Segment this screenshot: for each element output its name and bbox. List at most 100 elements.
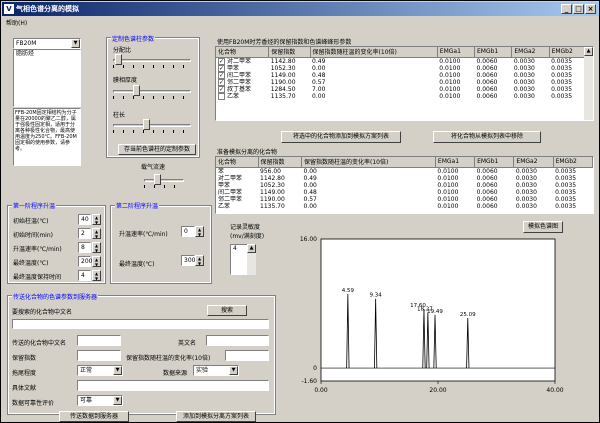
minimize-icon[interactable]: _ [561, 4, 572, 14]
chromatogram-plot: 16.000-1.600.00 20.00 40.004.599.3417.6018… [300, 236, 564, 394]
cell-text: 7.00 [312, 85, 326, 93]
table-cell: 1135.70 [269, 93, 310, 100]
table-row[interactable]: ✓ 间二甲苯 1149.00 0.48 0.0100 0.0060 0.0030 0.0035 [216, 71, 587, 79]
table-cell: 0.57 [310, 79, 437, 86]
table-row[interactable]: 邻二甲苯 1190.00 0.57 0.0100 0.0060 0.0030 0.0035 [216, 196, 593, 203]
table-header[interactable]: EMGb2 [553, 157, 593, 168]
table-row[interactable]: 对二甲苯 1142.80 0.49 0.0100 0.0060 0.0030 0.0035 [216, 175, 593, 182]
program2-final-stepper[interactable]: ▲ ▼ [195, 255, 204, 266]
maximize-icon[interactable]: □ [573, 4, 584, 14]
search-input[interactable] [12, 319, 269, 329]
send-to-server-button[interactable]: 传送数据到服务器 [59, 411, 129, 422]
program1-field-stepper[interactable]: ▲ ▼ [92, 270, 101, 281]
program2-rate-stepper[interactable]: ▲ ▼ [195, 226, 204, 237]
table-header[interactable]: EMGa1 [437, 47, 475, 58]
reference-input[interactable] [77, 380, 269, 391]
close-icon[interactable]: × [585, 4, 596, 14]
table-header[interactable]: EMGb1 [474, 47, 513, 58]
search-button[interactable]: 搜索 [207, 305, 247, 316]
table-row[interactable]: 甲苯 1052.30 0.00 0.0100 0.0060 0.0030 0.0035 [216, 182, 593, 189]
recorder-sensitivity-label: 记录灵敏度 (mv/满刻度) [230, 224, 265, 240]
table-row[interactable]: 苯 956.00 0.00 0.0100 0.0060 0.0030 0.0035 [216, 167, 593, 175]
column-length-slider[interactable] [113, 119, 191, 133]
row-checkbox[interactable]: ✓ [218, 78, 225, 86]
table-header[interactable]: 化合物 [216, 47, 270, 58]
x-tick-label: 20.00 [429, 387, 446, 394]
row-checkbox[interactable]: ✓ [218, 71, 225, 79]
split-ratio-slider[interactable] [113, 54, 191, 68]
table-cell: 0.0100 [437, 195, 459, 203]
table-row[interactable]: 间二甲苯 1149.00 0.48 0.0100 0.0060 0.0030 0.0035 [216, 189, 593, 196]
table-cell: ✓ 邻二甲苯 [216, 78, 269, 86]
table-header[interactable]: 保留指数 [258, 157, 302, 168]
table-header[interactable]: 保留指数随柱温的变化率(10倍) [301, 157, 436, 168]
table-cell: 0.0060 [474, 79, 511, 86]
save-column-params-button[interactable]: 存当前色谱柱的定制参数 [118, 144, 196, 155]
peak-shape-dropdown[interactable]: 正常 ▼ [77, 365, 123, 376]
chevron-down-icon[interactable]: ▼ [71, 39, 80, 48]
row-checkbox[interactable] [218, 92, 225, 100]
bottom-compound-table[interactable]: 化合物 保留指数 保留指数随柱温的变化率(10倍) EMGa1 EMGb1 EMGa2 EM… [215, 156, 594, 214]
film-thickness-slider[interactable] [113, 85, 191, 99]
remove-from-list-button[interactable]: 将化合物从模拟列表中移除 [433, 131, 541, 143]
menu-help[interactable]: 帮助(H) [6, 20, 27, 27]
table-header[interactable]: EMGa2 [511, 47, 550, 58]
cell-text: 0.0035 [551, 92, 573, 100]
chevron-down-icon[interactable]: ▼ [113, 396, 122, 405]
table-cell: 0.0035 [555, 167, 577, 175]
row-checkbox[interactable]: ✓ [218, 64, 225, 72]
program1-field-input[interactable]: 2 [78, 228, 91, 239]
rating-dropdown[interactable]: 可靠 ▼ [77, 395, 123, 406]
table-row[interactable]: ✓ 叔丁基苯 1284.50 7.00 0.0100 0.0060 0.0030 0.0035 [216, 85, 587, 93]
program2-rate-input[interactable]: 0 [181, 226, 195, 237]
recorder-scrollbar[interactable]: ▲ [247, 244, 256, 275]
program1-field-input[interactable]: 4 [78, 270, 91, 281]
table-cell: 0.0030 [515, 167, 537, 175]
add-to-list-button[interactable]: 将选中的化合物添加到模拟方案列表 [281, 131, 401, 143]
en-name-input[interactable] [206, 335, 269, 346]
program1-field-input[interactable]: 8 [78, 242, 91, 253]
table-row[interactable]: ✓ 甲苯 1052.30 0.00 0.0100 0.0060 0.0030 0.0035 [216, 64, 587, 72]
table-header[interactable]: EMGb1 [474, 157, 515, 168]
program1-field-stepper[interactable]: ▲ ▼ [92, 256, 101, 267]
table-row[interactable]: ✓ 对二甲苯 1142.80 0.49 0.0100 0.0060 0.0030 0.0035 [216, 57, 587, 65]
program1-field-stepper[interactable]: ▲ ▼ [92, 214, 101, 225]
row-checkbox[interactable]: ✓ [218, 85, 225, 93]
top-compound-table[interactable]: 化合物 保留指数 保留指数随柱温的变化率(10倍) EMGa1 EMGb1 EMGa2 EM… [215, 46, 594, 121]
table-header[interactable]: EMGa1 [435, 157, 476, 168]
cell-text: 0.0035 [551, 64, 573, 72]
carrier-flow-slider[interactable] [144, 174, 184, 188]
ri-rate-input[interactable] [225, 350, 269, 361]
table-row[interactable]: 乙苯 1135.70 0.00 0.0100 0.0060 0.0030 0.0035 [216, 203, 593, 210]
program1-field-stepper[interactable]: ▲ ▼ [92, 242, 101, 253]
table-row[interactable]: ✓ 邻二甲苯 1190.00 0.57 0.0100 0.0060 0.0030 0.0035 [216, 78, 587, 86]
program1-field-input[interactable]: 40 [78, 214, 91, 225]
title-bar[interactable]: V 气相色谱分离的模拟 _ □ × [2, 2, 599, 16]
chevron-down-icon[interactable]: ▼ [229, 366, 238, 375]
table-header[interactable]: EMGa2 [513, 157, 554, 168]
program1-field-stepper[interactable]: ▲ ▼ [92, 228, 101, 239]
cn-name-input[interactable] [77, 335, 121, 346]
table-header[interactable]: 保留指数 [268, 47, 311, 58]
row-checkbox[interactable]: ✓ [218, 57, 225, 65]
table-header[interactable]: EMGb2 [549, 47, 588, 58]
cell-text: 0.00 [312, 92, 326, 100]
scroll-up-icon[interactable]: ▲ [584, 47, 593, 56]
program1-field-input[interactable]: 200 [78, 256, 92, 267]
x-tick-label: 0.00 [314, 387, 328, 394]
ri-input[interactable] [77, 350, 121, 361]
table-cell: 0.0030 [512, 86, 549, 93]
table-cell: 苯 [218, 167, 225, 175]
chevron-down-icon[interactable]: ▼ [113, 366, 122, 375]
scroll-up-icon[interactable]: ▲ [247, 244, 256, 253]
source-dropdown[interactable]: 实验 ▼ [193, 365, 239, 376]
table-header[interactable]: 保留指数随柱温的变化率(10倍) [310, 47, 438, 58]
program2-final-input[interactable]: 300 [181, 255, 195, 266]
compound-class-item[interactable]: 脂肪烃 [15, 50, 80, 57]
table-header[interactable]: 化合物 [216, 157, 259, 168]
compound-class-list[interactable]: 脂肪烃芳香烃卤代、醛醇、醚酮类脂类有机胺杂环及其衍生物含氮化合物其它 [13, 49, 81, 107]
table-row[interactable]: 乙苯 1135.70 0.00 0.0100 0.0060 0.0030 0.0035 [216, 92, 587, 100]
stationary-phase-dropdown[interactable]: FB20M ▼ [13, 38, 81, 49]
add-to-simulation-button[interactable]: 添加到模拟分离方案列表 [176, 411, 256, 422]
top-table-scrollbar[interactable]: ▲ [584, 47, 593, 120]
